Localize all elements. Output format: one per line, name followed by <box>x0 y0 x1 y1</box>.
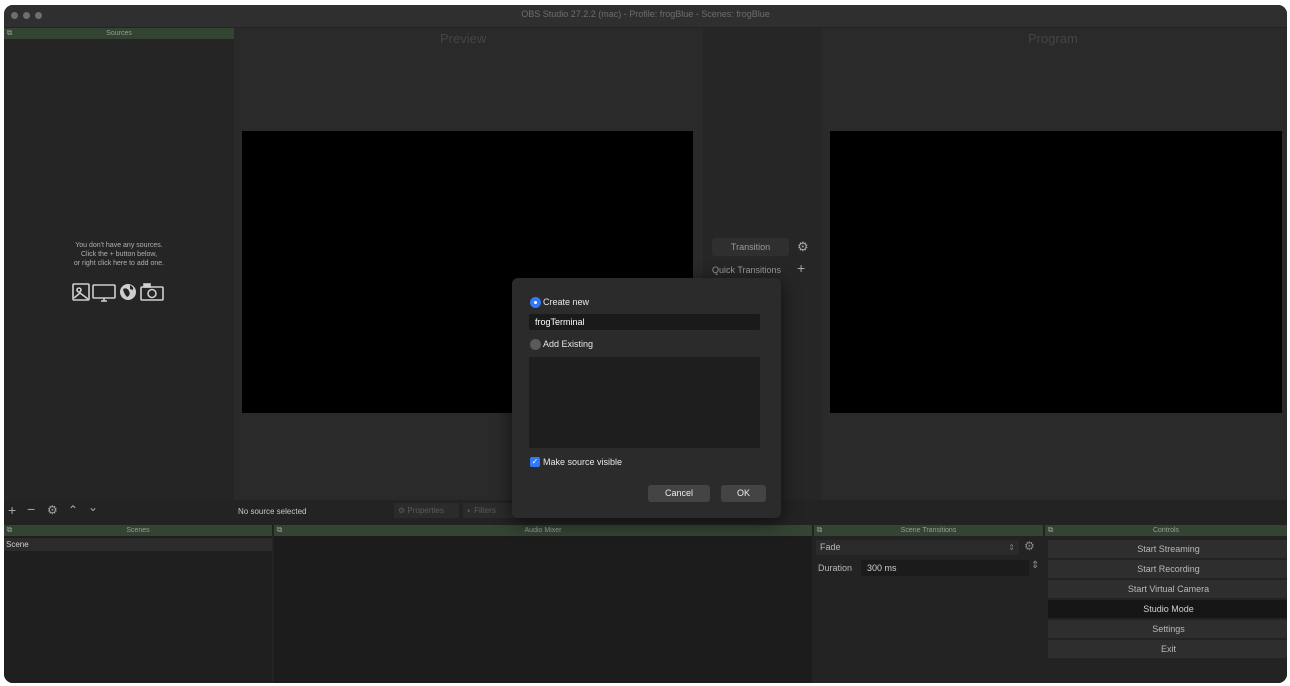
sources-empty-line-1: You don't have any sources. <box>75 242 163 249</box>
move-source-up-icon[interactable]: ⌃ <box>68 503 78 517</box>
sources-header-label: Sources <box>106 30 132 37</box>
controls-header-label: Controls <box>1152 527 1180 534</box>
program-title: Program <box>1028 31 1078 46</box>
remove-source-icon[interactable]: − <box>27 501 35 517</box>
scene-item[interactable]: Scene <box>4 538 272 551</box>
no-source-status: No source selected <box>238 507 307 516</box>
scenes-header-label: Scenes <box>126 527 150 534</box>
program-canvas <box>830 131 1282 413</box>
duration-stepper-icon[interactable]: ⇕ <box>1031 560 1039 571</box>
filters-button[interactable]: ◐ Filters <box>463 503 518 518</box>
properties-gear-icon: ⚙ <box>398 506 406 515</box>
transition-settings-gear-icon[interactable]: ⚙ <box>797 239 809 255</box>
dock-float-icon[interactable]: ⧉ <box>1047 526 1054 534</box>
dock-float-icon[interactable]: ⧉ <box>276 526 283 534</box>
audio-mixer-dock-header: ⧉ Audio Mixer <box>274 525 812 536</box>
sources-dock-header: ⧉ Sources <box>4 28 234 39</box>
audio-mixer-header-label: Audio Mixer <box>524 527 562 534</box>
transition-type-select[interactable]: Fade ⇕ <box>816 540 1019 555</box>
filters-label: Filters <box>474 506 496 515</box>
quick-transitions-label: Quick Transitions <box>712 265 782 275</box>
source-type-icons <box>72 283 164 302</box>
filters-icon: ◐ <box>467 506 472 515</box>
sources-toolbar: + − ⚙ ⌃ ⌄ <box>4 500 234 522</box>
display-icon <box>92 284 116 302</box>
scene-transitions-panel: Fade ⇕ ⚙ Duration 300 ms ⇕ <box>814 536 1043 683</box>
add-source-dialog: Create new frogTerminal Add Existing ✓ M… <box>512 278 781 518</box>
add-source-icon[interactable]: + <box>8 502 16 518</box>
make-visible-checkbox[interactable]: ✓ <box>530 457 540 467</box>
source-settings-gear-icon[interactable]: ⚙ <box>47 503 58 517</box>
properties-label: Properties <box>407 506 444 515</box>
make-visible-label: Make source visible <box>543 457 623 467</box>
dock-float-icon[interactable]: ⧉ <box>6 526 13 534</box>
scenes-dock-header: ⧉ Scenes <box>4 525 272 536</box>
add-existing-radio[interactable] <box>530 339 541 350</box>
camera-icon <box>140 283 164 301</box>
start-streaming-button[interactable]: Start Streaming <box>1048 540 1287 558</box>
image-icon <box>72 283 90 301</box>
add-quick-transition-icon[interactable]: + <box>797 260 805 276</box>
exit-button[interactable]: Exit <box>1048 640 1287 658</box>
sources-empty-line-3: or right click here to add one. <box>73 260 165 267</box>
controls-dock-header: ⧉ Controls <box>1045 525 1287 536</box>
sources-list[interactable]: You don't have any sources. Click the + … <box>4 39 234 500</box>
duration-input[interactable]: 300 ms <box>861 560 1029 576</box>
settings-button[interactable]: Settings <box>1048 620 1287 638</box>
source-name-input[interactable]: frogTerminal <box>529 314 760 330</box>
existing-sources-list[interactable] <box>529 357 760 448</box>
dock-float-icon[interactable]: ⧉ <box>6 29 13 37</box>
scene-transitions-dock-header: ⧉ Scene Transitions <box>814 525 1043 536</box>
cancel-button[interactable]: Cancel <box>648 485 710 502</box>
transition-type-value: Fade <box>820 542 841 552</box>
start-virtual-camera-button[interactable]: Start Virtual Camera <box>1048 580 1287 598</box>
scene-transitions-header-label: Scene Transitions <box>900 527 957 534</box>
create-new-radio[interactable] <box>530 297 541 308</box>
browser-icon <box>120 284 136 300</box>
start-recording-button[interactable]: Start Recording <box>1048 560 1287 578</box>
properties-button[interactable]: ⚙ Properties <box>394 503 459 518</box>
scenes-list[interactable]: Scene <box>4 536 272 683</box>
ok-button[interactable]: OK <box>721 485 766 502</box>
move-source-down-icon[interactable]: ⌄ <box>88 500 98 514</box>
window-title: OBS Studio 27.2.2 (mac) - Profile: frogB… <box>521 9 770 19</box>
dock-float-icon[interactable]: ⧉ <box>816 526 823 534</box>
studio-mode-button[interactable]: Studio Mode <box>1048 600 1287 618</box>
create-new-label: Create new <box>543 297 590 307</box>
transition-properties-gear-icon[interactable]: ⚙ <box>1024 539 1035 553</box>
transition-button[interactable]: Transition <box>712 238 789 256</box>
title-bar: OBS Studio 27.2.2 (mac) - Profile: frogB… <box>4 5 1287 27</box>
audio-mixer-panel <box>274 536 812 683</box>
program-panel: Program <box>821 28 1287 500</box>
select-chevron-icon: ⇕ <box>1008 543 1015 552</box>
sources-empty-line-2: Click the + button below, <box>80 251 158 258</box>
duration-value: 300 ms <box>867 563 897 573</box>
sources-empty-message: You don't have any sources. Click the + … <box>4 241 234 268</box>
preview-title: Preview <box>440 31 487 46</box>
add-existing-label: Add Existing <box>543 339 594 349</box>
duration-label: Duration <box>818 563 853 573</box>
